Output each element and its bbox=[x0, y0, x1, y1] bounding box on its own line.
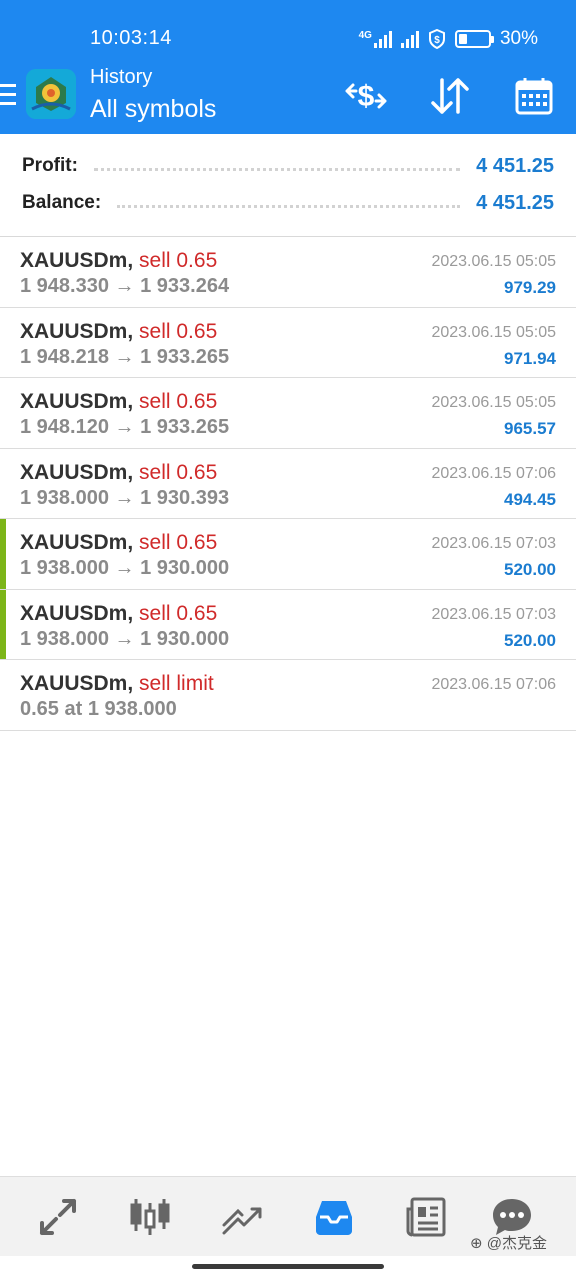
trade-history-list: XAUUSDm, sell 0.65 1 948.330 → 1 933.264… bbox=[0, 237, 576, 731]
trade-profit: 494.45 bbox=[504, 489, 556, 509]
app-bar: 10:03:14 4G $ 30% History All symbols $ bbox=[0, 0, 576, 134]
trade-symbol: XAUUSDm, bbox=[20, 672, 134, 695]
trade-prices: 1 938.000 → 1 930.000 bbox=[20, 557, 230, 579]
trade-side: sell 0.65 bbox=[139, 531, 218, 554]
trade-side: sell 0.65 bbox=[139, 319, 218, 343]
trade-symbol: XAUUSDm, bbox=[20, 390, 134, 413]
trade-profit: 971.94 bbox=[504, 348, 556, 368]
trade-symbol: XAUUSDm, bbox=[20, 601, 134, 625]
trade-row[interactable]: XAUUSDm, sell 0.65 1 938.000 → 1 930.000… bbox=[0, 519, 576, 590]
balance-row: Balance: 4 451.25 bbox=[22, 188, 554, 218]
shield-icon: $ bbox=[428, 29, 445, 49]
menu-icon[interactable] bbox=[0, 84, 16, 106]
trade-profit: 979.29 bbox=[504, 278, 556, 297]
trade-prices: 1 948.218 → 1 933.265 bbox=[20, 345, 230, 368]
account-summary: Profit: 4 451.25 Balance: 4 451.25 bbox=[0, 134, 576, 237]
trade-profit: 965.57 bbox=[504, 419, 556, 438]
header-title[interactable]: All symbols bbox=[90, 95, 216, 124]
trade-prices: 1 938.000 → 1 930.393 bbox=[20, 486, 230, 509]
network-icon: 4G bbox=[358, 29, 392, 48]
trade-symbol: XAUUSDm, bbox=[20, 460, 134, 484]
profit-row: Profit: 4 451.25 bbox=[22, 151, 554, 181]
sort-icon[interactable] bbox=[428, 74, 472, 118]
profit-value: 4 451.25 bbox=[476, 154, 554, 177]
status-icons: 4G $ 30% bbox=[359, 28, 538, 50]
divider-dots bbox=[93, 167, 461, 171]
wifi-signal-icon bbox=[400, 30, 419, 48]
news-icon[interactable] bbox=[404, 1195, 448, 1239]
trade-prices: 1 938.000 → 1 930.000 bbox=[20, 627, 230, 650]
trade-side: sell 0.65 bbox=[139, 460, 218, 484]
deposit-icon[interactable]: $ bbox=[344, 74, 388, 118]
trade-side: sell 0.65 bbox=[139, 249, 218, 272]
trade-symbol: XAUUSDm, bbox=[20, 319, 134, 343]
profit-label: Profit: bbox=[22, 155, 78, 176]
chart-icon[interactable] bbox=[128, 1195, 172, 1239]
trade-date: 2023.06.15 05:05 bbox=[431, 253, 556, 270]
trade-prices: 1 948.120 → 1 933.265 bbox=[20, 416, 230, 438]
battery-percent: 30% bbox=[499, 28, 538, 49]
watermark-text: @杰克金 bbox=[486, 1235, 547, 1252]
svg-text:$: $ bbox=[434, 35, 440, 46]
trade-date: 2023.06.15 07:06 bbox=[431, 676, 556, 693]
network-label: 4G bbox=[358, 29, 372, 41]
trade-row[interactable]: XAUUSDm, sell 0.65 1 948.330 → 1 933.264… bbox=[0, 237, 576, 308]
trade-marker bbox=[0, 589, 6, 659]
home-indicator[interactable] bbox=[192, 1264, 384, 1269]
balance-value: 4 451.25 bbox=[476, 191, 554, 214]
trade-row[interactable]: XAUUSDm, sell 0.65 1 938.000 → 1 930.393… bbox=[0, 449, 576, 519]
trade-date: 2023.06.15 07:03 bbox=[431, 535, 556, 552]
trade-symbol: XAUUSDm, bbox=[20, 531, 134, 554]
trade-side: sell 0.65 bbox=[139, 390, 218, 413]
calendar-icon[interactable] bbox=[512, 74, 556, 118]
trade-marker bbox=[0, 519, 6, 589]
trade-date: 2023.06.15 07:03 bbox=[431, 605, 556, 623]
header-subtitle: History bbox=[90, 66, 153, 88]
app-logo bbox=[26, 69, 76, 119]
history-icon[interactable] bbox=[312, 1195, 356, 1239]
trade-profit: 520.00 bbox=[504, 560, 556, 579]
trade-profit: 520.00 bbox=[504, 630, 556, 650]
status-bar: 10:03:14 4G $ 30% bbox=[0, 22, 576, 56]
order-row[interactable]: XAUUSDm, sell limit 0.65 at 1 938.000 20… bbox=[0, 660, 576, 731]
trade-icon[interactable] bbox=[220, 1195, 264, 1239]
header-titles: History All symbols bbox=[90, 66, 216, 124]
trade-row[interactable]: XAUUSDm, sell 0.65 1 948.120 → 1 933.265… bbox=[0, 378, 576, 449]
trade-prices: 1 948.330 → 1 933.264 bbox=[20, 275, 230, 297]
trade-side: sell 0.65 bbox=[139, 601, 218, 625]
balance-label: Balance: bbox=[22, 192, 102, 213]
trade-symbol: XAUUSDm, bbox=[20, 249, 134, 272]
trade-date: 2023.06.15 05:05 bbox=[431, 394, 556, 411]
status-time: 10:03:14 bbox=[90, 27, 172, 49]
svg-text:$: $ bbox=[358, 80, 375, 113]
trade-side: sell limit bbox=[139, 672, 214, 695]
trade-row[interactable]: XAUUSDm, sell 0.65 1 938.000 → 1 930.000… bbox=[0, 589, 576, 660]
trade-prices: 0.65 at 1 938.000 bbox=[20, 698, 177, 720]
quotes-icon[interactable] bbox=[36, 1195, 80, 1239]
trade-row[interactable]: XAUUSDm, sell 0.65 1 948.218 → 1 933.265… bbox=[0, 308, 576, 378]
battery-icon bbox=[454, 30, 494, 48]
toolbar: History All symbols $ bbox=[0, 64, 576, 130]
trade-date: 2023.06.15 05:05 bbox=[431, 323, 556, 341]
trade-date: 2023.06.15 07:06 bbox=[431, 464, 556, 482]
watermark: ⊕ @杰克金 bbox=[470, 1235, 547, 1252]
divider-dots bbox=[117, 204, 461, 208]
